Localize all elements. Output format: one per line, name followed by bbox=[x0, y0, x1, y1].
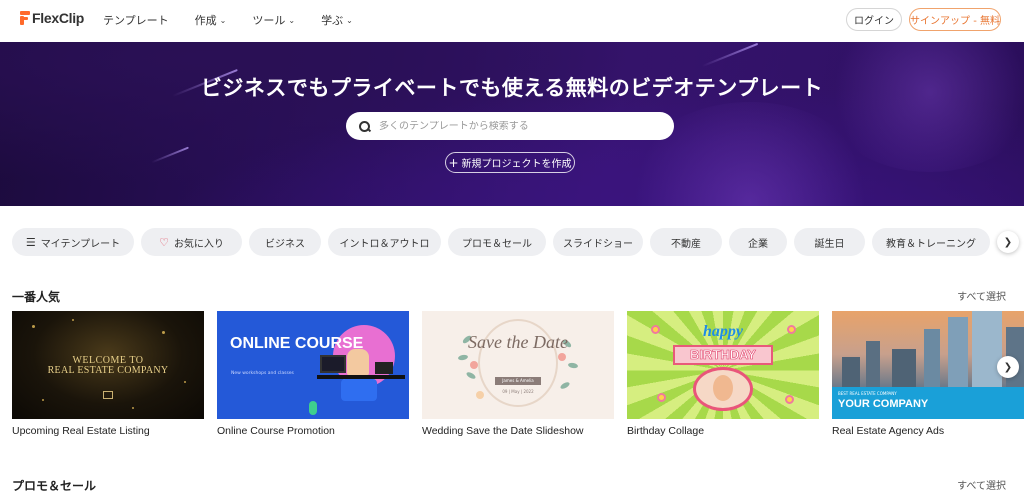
template-card[interactable]: happy BIRTHDAY Birthday Collage bbox=[627, 311, 819, 437]
chip-my-templates[interactable]: ☰ マイテンプレート bbox=[12, 228, 134, 256]
chip-label: 誕生日 bbox=[814, 238, 845, 250]
template-card[interactable]: ONLINE COURSE New workshops and classes … bbox=[217, 311, 409, 437]
template-card-title[interactable]: Real Estate Agency Ads bbox=[832, 425, 1024, 437]
template-card[interactable]: Save the Date James & Amelia 09 | May | … bbox=[422, 311, 614, 437]
template-thumbnail[interactable]: happy BIRTHDAY bbox=[627, 311, 819, 419]
chip-business[interactable]: ビジネス bbox=[249, 228, 321, 256]
hero-banner: ビジネスでもプライベートでも使える無料のビデオテンプレート + 新規プロジェクト… bbox=[0, 42, 1024, 206]
nav-item-templates[interactable]: テンプレート bbox=[103, 12, 169, 28]
thumb-text: BEST REAL ESTATE COMPANY bbox=[838, 391, 897, 396]
chevron-down-icon: ⌄ bbox=[346, 15, 353, 25]
template-card-title[interactable]: Online Course Promotion bbox=[217, 425, 409, 437]
nav-item-label: 学ぶ bbox=[321, 14, 344, 27]
logo-mark-icon bbox=[20, 11, 30, 25]
chip-favorites[interactable]: ♡ お気に入り bbox=[141, 228, 242, 256]
select-all-link[interactable]: すべて選択 bbox=[957, 477, 1006, 492]
chip-label: 不動産 bbox=[671, 238, 701, 250]
chip-label: お気に入り bbox=[173, 238, 224, 250]
chevron-down-icon: ⌄ bbox=[288, 15, 296, 25]
template-thumbnail[interactable]: ONLINE COURSE New workshops and classes bbox=[217, 311, 409, 419]
hero-streak bbox=[151, 146, 189, 164]
chip-intro-outro[interactable]: イントロ＆アウトロ bbox=[328, 228, 441, 256]
hero-streak bbox=[701, 42, 759, 68]
carousel-next-button[interactable]: ❯ bbox=[997, 356, 1019, 378]
template-card-title[interactable]: Birthday Collage bbox=[627, 425, 819, 437]
thumb-text: ONLINE COURSE bbox=[230, 335, 364, 352]
heart-icon: ♡ bbox=[159, 235, 169, 249]
chip-label: スライドショー bbox=[563, 238, 633, 250]
thumb-text: YOUR COMPANY bbox=[838, 398, 929, 410]
flexclip-logo[interactable]: FlexClip bbox=[20, 10, 84, 26]
nav-item-label: 作成 bbox=[194, 14, 217, 27]
chip-birthday[interactable]: 誕生日 bbox=[794, 228, 865, 256]
new-project-label: 新規プロジェクトを作成 bbox=[461, 159, 572, 170]
section-title-popular: 一番人気 bbox=[12, 290, 61, 304]
template-thumbnail[interactable]: BEST REAL ESTATE COMPANY YOUR COMPANY bbox=[832, 311, 1024, 419]
logo-text: FlexClip bbox=[32, 10, 85, 26]
chip-label: プロモ＆セール bbox=[462, 238, 532, 250]
chip-education-training[interactable]: 教育＆トレーニング bbox=[872, 228, 990, 256]
chip-corporate[interactable]: 企業 bbox=[729, 228, 787, 256]
thumb-text: Save the Date bbox=[468, 332, 568, 352]
chevron-right-icon: ❯ bbox=[1003, 236, 1013, 248]
chip-real-estate[interactable]: 不動産 bbox=[650, 228, 722, 256]
template-card-title[interactable]: Wedding Save the Date Slideshow bbox=[422, 425, 614, 437]
search-icon bbox=[359, 120, 370, 132]
chevron-down-icon: ⌄ bbox=[219, 15, 227, 25]
nav-item-label: テンプレート bbox=[103, 14, 169, 27]
thumb-text: REAL ESTATE COMPANY bbox=[47, 365, 169, 376]
thumb-text: James & Amelia bbox=[495, 377, 541, 385]
nav-item-learn[interactable]: 学ぶ ⌄ bbox=[321, 12, 353, 28]
template-search-box[interactable] bbox=[346, 112, 674, 140]
nav-item-create[interactable]: 作成 ⌄ bbox=[195, 12, 227, 28]
thumb-text: happy bbox=[703, 323, 743, 340]
chip-label: 教育＆トレーニング bbox=[886, 238, 976, 250]
template-card-row: WELCOME TO REAL ESTATE COMPANY Upcoming … bbox=[12, 311, 1024, 437]
chip-label: 企業 bbox=[748, 238, 768, 250]
nav-item-label: ツール bbox=[252, 14, 286, 27]
template-thumbnail[interactable]: Save the Date James & Amelia 09 | May | … bbox=[422, 311, 614, 419]
plus-icon: + bbox=[448, 155, 459, 170]
signup-button[interactable]: サインアップ - 無料 bbox=[909, 8, 1001, 31]
chip-label: イントロ＆アウトロ bbox=[339, 238, 430, 250]
thumb-text: New workshops and classes bbox=[231, 371, 294, 376]
main-nav: テンプレート 作成 ⌄ ツール ⌄ 学ぶ ⌄ bbox=[103, 12, 379, 28]
select-all-link[interactable]: すべて選択 bbox=[957, 288, 1006, 303]
template-card[interactable]: WELCOME TO REAL ESTATE COMPANY Upcoming … bbox=[12, 311, 204, 437]
chip-label: マイテンプレート bbox=[40, 238, 121, 250]
new-project-button[interactable]: + 新規プロジェクトを作成 bbox=[445, 152, 575, 173]
chip-promo-sale[interactable]: プロモ＆セール bbox=[448, 228, 546, 256]
chip-slideshow[interactable]: スライドショー bbox=[553, 228, 643, 256]
chip-label: ビジネス bbox=[265, 238, 305, 250]
template-thumbnail[interactable]: WELCOME TO REAL ESTATE COMPANY bbox=[12, 311, 204, 419]
search-input[interactable] bbox=[379, 120, 659, 132]
category-next-button[interactable]: ❯ bbox=[997, 231, 1019, 253]
template-card[interactable]: BEST REAL ESTATE COMPANY YOUR COMPANY Re… bbox=[832, 311, 1024, 437]
template-card-title[interactable]: Upcoming Real Estate Listing bbox=[12, 425, 204, 437]
nav-item-tools[interactable]: ツール ⌄ bbox=[252, 12, 295, 28]
layers-icon: ☰ bbox=[25, 235, 36, 249]
hero-title: ビジネスでもプライベートでも使える無料のビデオテンプレート bbox=[200, 76, 824, 100]
thumb-text: 09 | May | 2022 bbox=[502, 389, 534, 394]
login-button[interactable]: ログイン bbox=[846, 8, 902, 31]
thumb-text: BIRTHDAY bbox=[673, 345, 773, 365]
category-chip-row: ☰ マイテンプレート ♡ お気に入り ビジネス イントロ＆アウトロ プロモ＆セー… bbox=[12, 228, 997, 256]
house-icon bbox=[103, 391, 113, 399]
top-nav-bar: FlexClip テンプレート 作成 ⌄ ツール ⌄ 学ぶ ⌄ ログイン サイン… bbox=[0, 0, 1024, 42]
chevron-right-icon: ❯ bbox=[1003, 361, 1013, 373]
section-title-promo: プロモ＆セール bbox=[12, 479, 97, 493]
